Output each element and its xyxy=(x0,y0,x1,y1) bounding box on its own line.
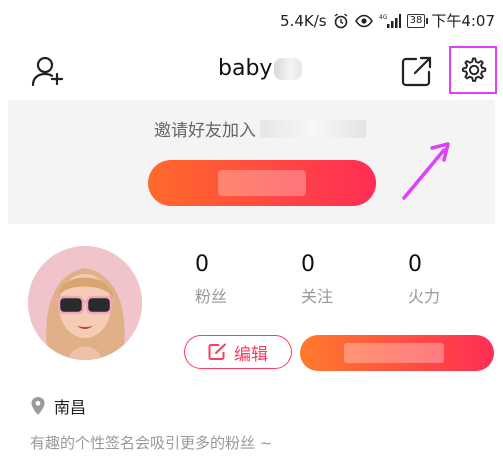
annotation-arrow-icon xyxy=(402,142,450,200)
stat-value: 0 xyxy=(301,252,315,277)
primary-action-redacted xyxy=(344,343,444,363)
username-redacted xyxy=(274,57,303,80)
stat-value: 0 xyxy=(408,252,422,277)
avatar[interactable] xyxy=(28,246,142,360)
stat-fans[interactable]: 0 粉丝 xyxy=(195,252,265,307)
location: 南昌 xyxy=(30,394,86,418)
primary-action-button[interactable] xyxy=(300,335,494,371)
location-text: 南昌 xyxy=(54,398,87,417)
edit-icon xyxy=(208,343,226,360)
stat-value: 0 xyxy=(195,252,209,277)
invite-button[interactable] xyxy=(148,160,376,206)
invite-text: 邀请好友加入 xyxy=(154,116,366,141)
battery-indicator: 38 xyxy=(406,13,429,28)
status-items: 5.4K/s 4G 38 下午4:07 xyxy=(280,10,495,31)
invite-button-redacted xyxy=(218,170,306,196)
eye-icon xyxy=(354,14,373,28)
edit-profile-button[interactable]: 编辑 xyxy=(184,335,292,369)
bio-text[interactable]: 有趣的个性签名会吸引更多的粉丝 ~ xyxy=(30,432,272,453)
stat-label: 火力 xyxy=(408,287,441,306)
invite-redacted xyxy=(260,119,366,138)
profile-section: 0 粉丝 0 关注 0 火力 编辑 南昌 有趣的个性签名会吸引更多的粉丝 ~ xyxy=(0,238,503,463)
network-speed: 5.4K/s xyxy=(280,11,327,30)
alarm-icon xyxy=(333,12,349,29)
share-icon[interactable] xyxy=(400,54,434,88)
status-bar: 5.4K/s 4G 38 下午4:07 xyxy=(0,0,503,40)
page-title: baby xyxy=(218,56,303,81)
top-nav: baby xyxy=(0,40,503,100)
stat-firepower[interactable]: 0 火力 xyxy=(408,252,478,307)
stat-label: 粉丝 xyxy=(195,287,228,306)
add-user-icon[interactable] xyxy=(30,54,66,88)
username: baby xyxy=(218,56,273,81)
invite-label: 邀请好友加入 xyxy=(154,121,256,141)
settings-button[interactable] xyxy=(449,46,497,94)
clock: 下午4:07 xyxy=(431,12,495,30)
stat-following[interactable]: 0 关注 xyxy=(301,252,371,307)
stat-label: 关注 xyxy=(301,287,334,306)
svg-text:4G: 4G xyxy=(379,14,388,21)
gear-icon xyxy=(461,57,487,82)
location-pin-icon xyxy=(31,397,45,415)
signal-icon: 4G xyxy=(379,13,401,29)
edit-label: 编辑 xyxy=(234,344,268,365)
